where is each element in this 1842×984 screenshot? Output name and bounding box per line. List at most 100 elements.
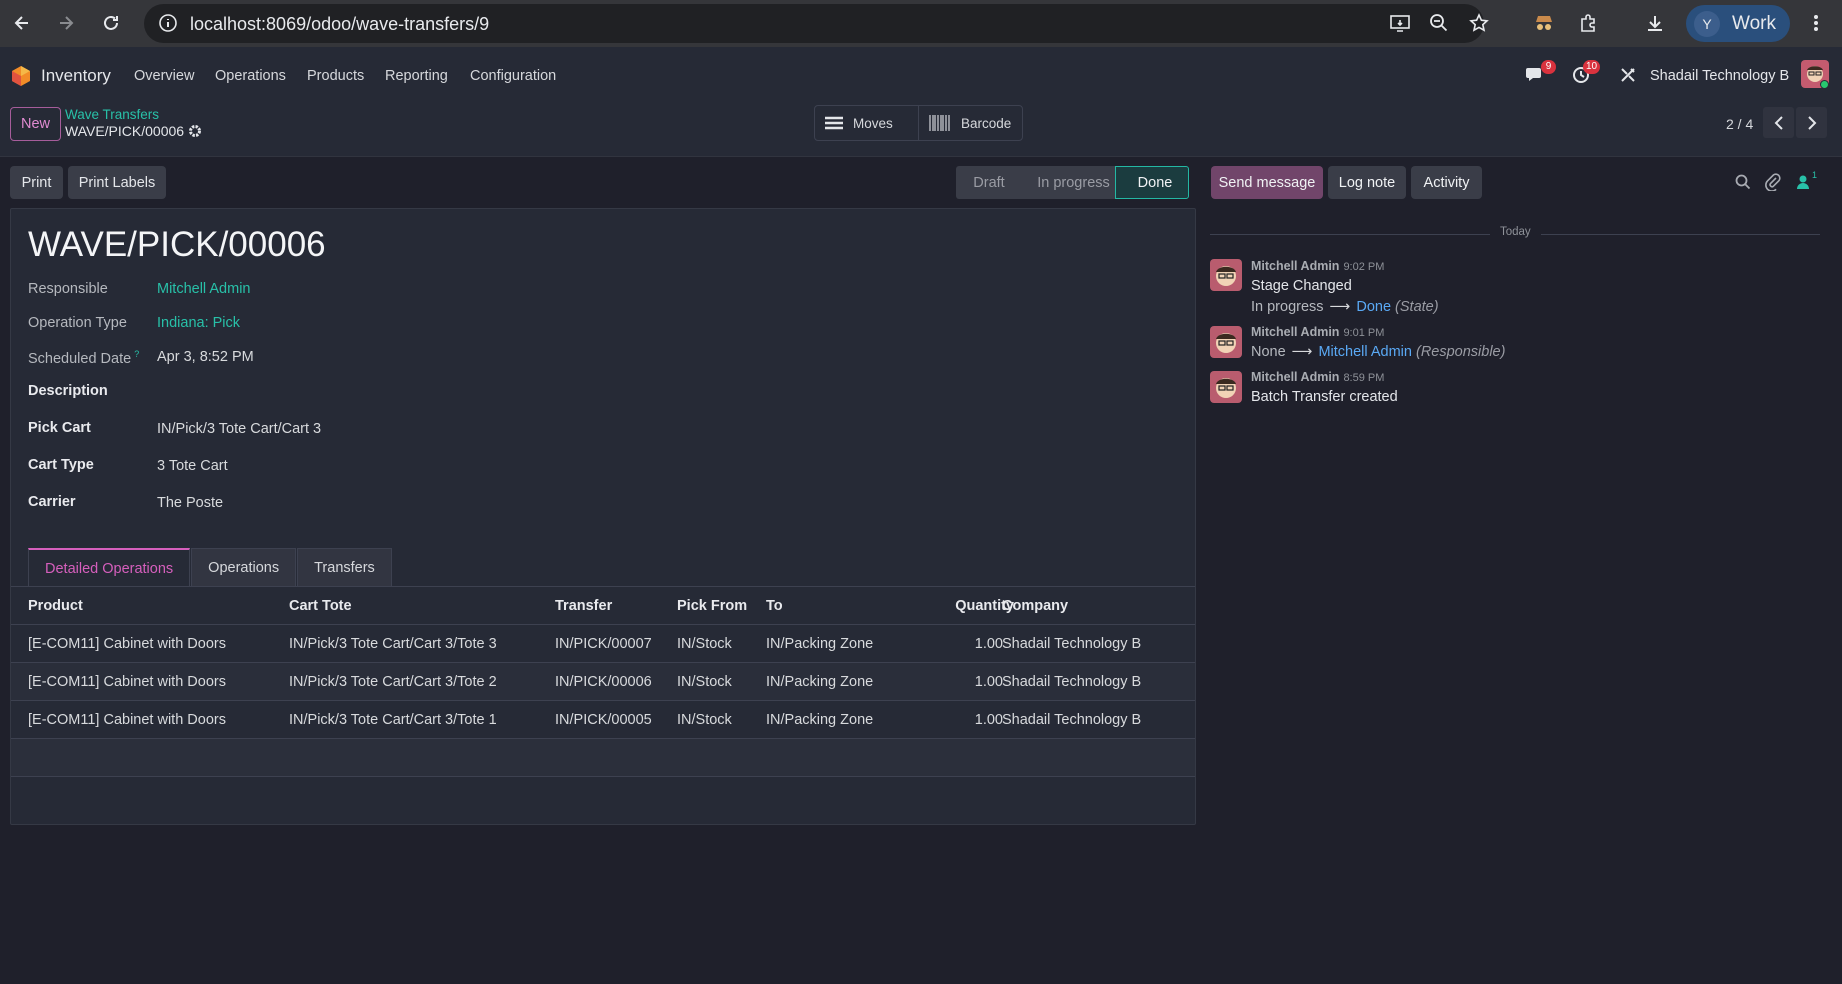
new-button[interactable]: New <box>10 107 61 141</box>
pick-cart-label: Pick Cart <box>28 420 91 436</box>
avatar[interactable] <box>1210 259 1242 291</box>
operation-type-field[interactable]: Indiana: Pick <box>157 315 240 331</box>
column-product[interactable]: Product <box>28 598 83 614</box>
paperclip-icon[interactable] <box>1765 173 1781 191</box>
barcode-button[interactable]: Barcode <box>918 106 1022 140</box>
menu-configuration[interactable]: Configuration <box>470 68 556 84</box>
status-step-in-progress[interactable]: In progress <box>1021 166 1116 199</box>
log-note-button[interactable]: Log note <box>1328 166 1406 199</box>
scheduled-date-label-text: Scheduled Date <box>28 350 132 367</box>
cell-pick-from: IN/Stock <box>677 636 732 652</box>
online-status-dot <box>1820 80 1829 89</box>
cell-transfer: IN/PICK/00005 <box>555 712 652 728</box>
help-tooltip-icon[interactable]: ? <box>134 349 139 359</box>
browser-menu-icon[interactable] <box>1802 9 1830 37</box>
notebook-tabs: Detailed Operations Operations Transfers <box>28 548 393 587</box>
menu-products[interactable]: Products <box>307 68 364 84</box>
reload-icon[interactable] <box>97 9 125 37</box>
menu-overview[interactable]: Overview <box>134 68 194 84</box>
print-button[interactable]: Print <box>10 166 63 199</box>
responsible-label: Responsible <box>28 281 108 297</box>
bookmark-star-icon[interactable] <box>1469 13 1489 33</box>
cell-product: [E-COM11] Cabinet with Doors <box>28 674 226 690</box>
pager-value[interactable]: 2 / 4 <box>1726 116 1753 132</box>
cell-transfer: IN/PICK/00007 <box>555 636 652 652</box>
cell-cart-tote: IN/Pick/3 Tote Cart/Cart 3/Tote 3 <box>289 636 497 652</box>
message-author-name: Mitchell Admin <box>1251 370 1340 384</box>
message-author[interactable]: Mitchell Admin 8:59 PM <box>1251 370 1384 384</box>
form-sheet: WAVE/PICK/00006 Responsible Mitchell Adm… <box>10 208 1196 825</box>
print-labels-button[interactable]: Print Labels <box>68 166 166 199</box>
cell-to: IN/Packing Zone <box>766 712 874 728</box>
table-body: [E-COM11] Cabinet with Doors IN/Pick/3 T… <box>11 625 1195 739</box>
avatar[interactable] <box>1210 326 1242 358</box>
site-info-icon[interactable] <box>158 13 178 33</box>
activity-button[interactable]: Activity <box>1411 166 1482 199</box>
table-row[interactable]: [E-COM11] Cabinet with Doors IN/Pick/3 T… <box>11 701 1195 739</box>
cell-company: Shadail Technology B <box>1002 712 1142 728</box>
carrier-label: Carrier <box>28 494 76 510</box>
profile-label: Work <box>1732 12 1776 34</box>
tab-transfers[interactable]: Transfers <box>297 548 392 587</box>
cell-to: IN/Packing Zone <box>766 674 874 690</box>
menu-operations[interactable]: Operations <box>215 68 286 84</box>
gear-icon[interactable] <box>188 124 202 138</box>
messages-badge: 9 <box>1541 60 1556 74</box>
column-pick-from[interactable]: Pick From <box>677 598 747 614</box>
status-step-done[interactable]: Done <box>1115 166 1189 199</box>
table-row[interactable]: [E-COM11] Cabinet with Doors IN/Pick/3 T… <box>11 663 1195 701</box>
tracking-new-value: Mitchell Admin <box>1318 344 1412 360</box>
table-row[interactable]: [E-COM11] Cabinet with Doors IN/Pick/3 T… <box>11 625 1195 663</box>
send-message-button[interactable]: Send message <box>1211 166 1323 199</box>
forward-icon[interactable] <box>52 9 80 37</box>
incognito-extension-icon[interactable] <box>1530 9 1558 37</box>
pager-next-button[interactable] <box>1796 107 1827 138</box>
scheduled-date-field[interactable]: Apr 3, 8:52 PM <box>157 349 254 365</box>
column-cart-tote[interactable]: Cart Tote <box>289 598 352 614</box>
tab-operations[interactable]: Operations <box>191 548 297 587</box>
chevron-right-icon <box>1807 115 1816 130</box>
tracking-field-name: (Responsible) <box>1415 344 1506 360</box>
carrier-field[interactable]: The Poste <box>157 495 223 511</box>
scheduled-date-label: Scheduled Date? <box>28 349 139 367</box>
message-author[interactable]: Mitchell Admin 9:01 PM <box>1251 325 1384 339</box>
cart-type-field[interactable]: 3 Tote Cart <box>157 458 228 474</box>
tracking-value: None ⟶ Mitchell Admin (Responsible) <box>1251 344 1505 360</box>
cell-transfer: IN/PICK/00006 <box>555 674 652 690</box>
column-to[interactable]: To <box>766 598 783 614</box>
responsible-field[interactable]: Mitchell Admin <box>157 281 250 297</box>
operation-type-label: Operation Type <box>28 315 127 331</box>
download-icon[interactable] <box>1641 9 1669 37</box>
back-icon[interactable] <box>8 9 36 37</box>
zoom-icon[interactable] <box>1429 13 1449 33</box>
menu-reporting[interactable]: Reporting <box>385 68 448 84</box>
pager-previous-button[interactable] <box>1763 107 1794 138</box>
tab-detailed-operations[interactable]: Detailed Operations <box>28 548 191 587</box>
column-company[interactable]: Company <box>1002 598 1068 614</box>
message-author[interactable]: Mitchell Admin 9:02 PM <box>1251 259 1384 273</box>
activities-badge: 10 <box>1583 60 1601 74</box>
control-panel: New Wave Transfers WAVE/PICK/00006 Moves… <box>0 105 1842 157</box>
profile-button[interactable]: Y Work <box>1686 5 1790 42</box>
message-time: 9:02 PM <box>1343 261 1385 273</box>
pick-cart-field[interactable]: IN/Pick/3 Tote Cart/Cart 3 <box>157 421 321 437</box>
message-time: 9:01 PM <box>1343 327 1385 339</box>
cell-company: Shadail Technology B <box>1002 674 1142 690</box>
install-app-icon[interactable] <box>1389 13 1411 33</box>
table-empty-row <box>11 739 1195 777</box>
avatar[interactable] <box>1210 371 1242 403</box>
extensions-icon[interactable] <box>1574 9 1602 37</box>
search-icon[interactable] <box>1735 174 1751 190</box>
cell-product: [E-COM11] Cabinet with Doors <box>28 636 226 652</box>
column-transfer[interactable]: Transfer <box>555 598 612 614</box>
debug-tools-icon[interactable] <box>1620 67 1636 83</box>
breadcrumb-wave-transfers[interactable]: Wave Transfers <box>65 107 159 122</box>
barcode-icon <box>929 115 951 131</box>
followers-icon[interactable] <box>1796 174 1810 190</box>
status-step-draft[interactable]: Draft <box>956 166 1022 199</box>
moves-button[interactable]: Moves <box>815 106 918 140</box>
app-name[interactable]: Inventory <box>41 66 111 86</box>
app-logo-icon[interactable] <box>11 65 31 87</box>
address-bar[interactable]: localhost:8069/odoo/wave-transfers/9 <box>144 4 1489 43</box>
company-switcher[interactable]: Shadail Technology B <box>1650 68 1789 84</box>
